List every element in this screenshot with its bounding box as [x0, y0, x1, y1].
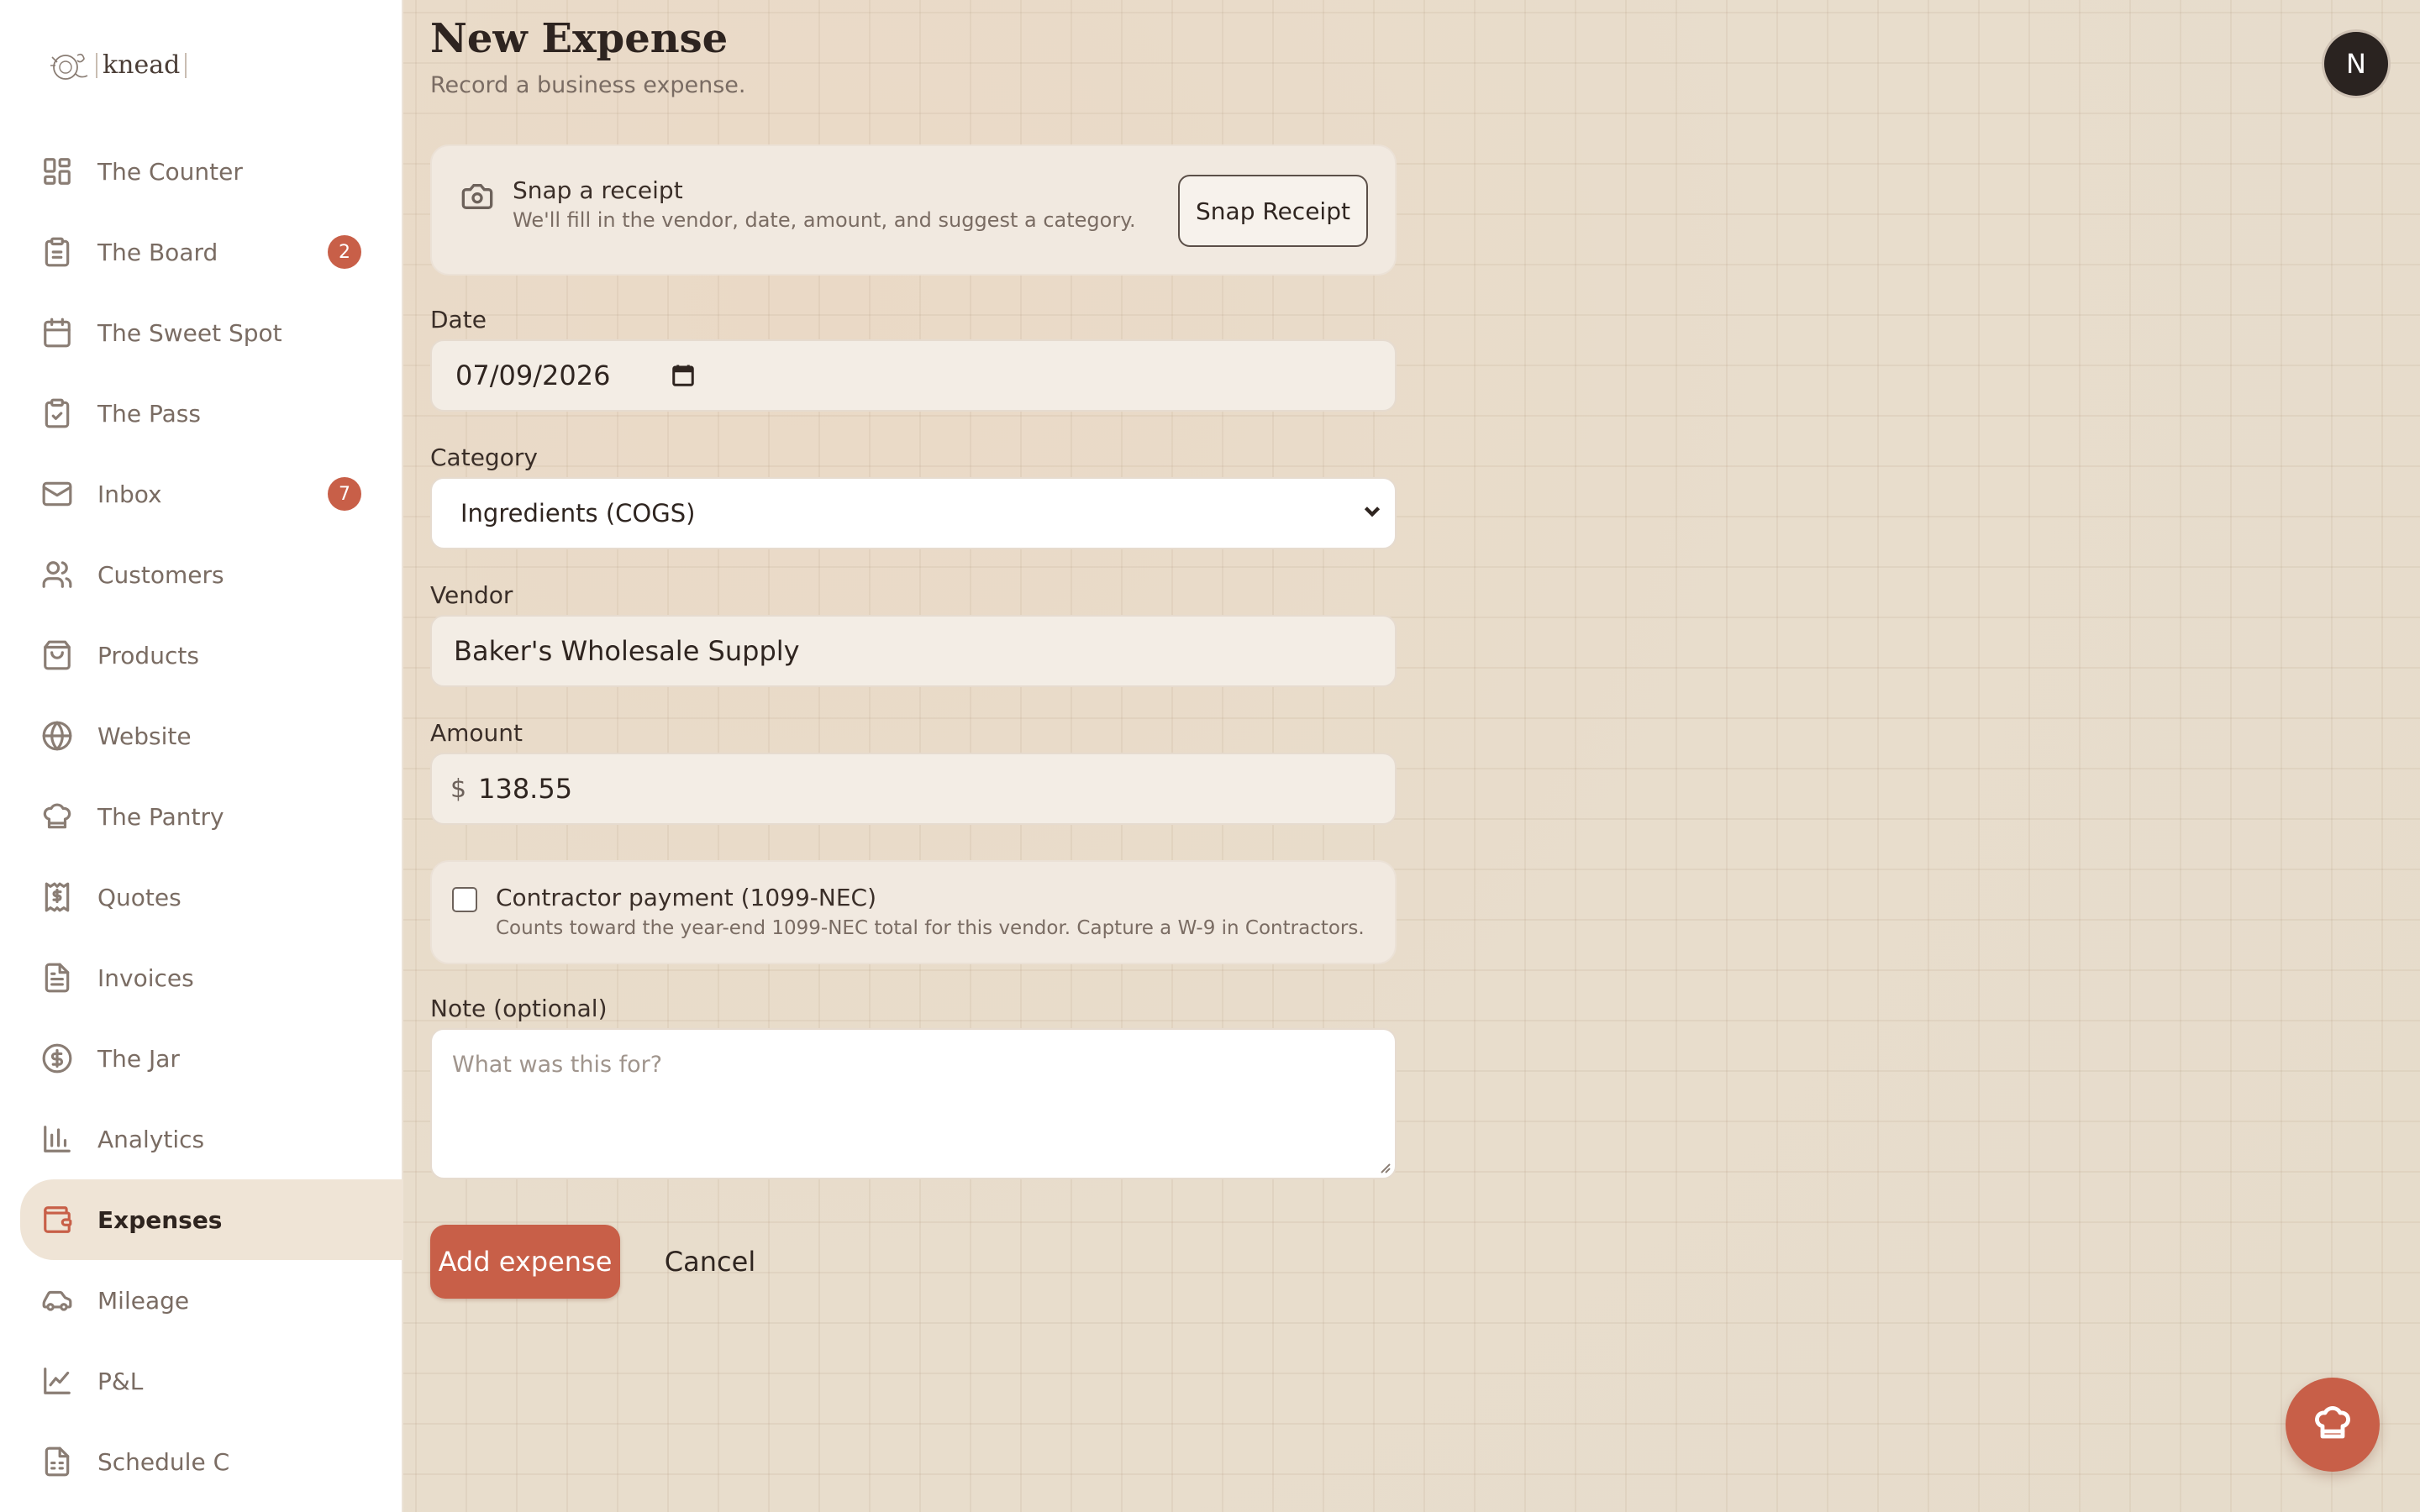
app-logo[interactable]: knead — [47, 45, 187, 86]
assistant-fab-button[interactable] — [2286, 1378, 2380, 1472]
sidebar-item-label: Products — [97, 641, 199, 669]
sidebar-item-label: Analytics — [97, 1125, 205, 1153]
file-text-icon — [40, 961, 74, 995]
contractor-payment-checkbox[interactable] — [452, 887, 477, 912]
sidebar-item-products[interactable]: Products — [20, 615, 402, 696]
shopping-bag-icon — [40, 638, 74, 672]
line-chart-icon — [40, 1364, 74, 1398]
logo-text: knead — [96, 53, 187, 78]
sidebar-item-label: Invoices — [97, 963, 194, 992]
sidebar-item-label: Inbox — [97, 480, 162, 508]
sidebar-nav: The Counter The Board 2 The Sweet Spot T… — [20, 131, 403, 1502]
category-selected-value: Ingredients (COGS) — [460, 499, 696, 528]
notification-badge: 2 — [328, 235, 361, 269]
date-label: Date — [430, 306, 487, 333]
contractor-payment-description: Counts toward the year-end 1099-NEC tota… — [496, 917, 1365, 939]
sidebar-item-label: The Pantry — [97, 802, 224, 831]
sidebar-item-p-and-l[interactable]: P&L — [20, 1341, 402, 1421]
sidebar-item-website[interactable]: Website — [20, 696, 402, 776]
category-select[interactable]: Ingredients (COGS) — [430, 477, 1397, 549]
note-label: Note (optional) — [430, 995, 608, 1022]
sidebar-item-quotes[interactable]: Quotes — [20, 857, 402, 937]
sidebar-item-the-board[interactable]: The Board 2 — [20, 212, 402, 292]
note-placeholder: What was this for? — [452, 1052, 663, 1078]
receipt-dollar-icon — [40, 880, 74, 914]
chef-hat-icon — [2312, 1403, 2353, 1446]
sidebar-item-label: Customers — [97, 560, 224, 589]
add-expense-button[interactable]: Add expense — [430, 1225, 620, 1299]
page-title: New Expense — [430, 15, 729, 62]
sidebar-item-the-sweet-spot[interactable]: The Sweet Spot — [20, 292, 402, 373]
contractor-payment-label: Contractor payment (1099-NEC) — [496, 884, 877, 911]
page-subtitle: Record a business expense. — [430, 72, 746, 98]
sidebar-item-label: The Board — [97, 238, 218, 266]
snap-receipt-button[interactable]: Snap Receipt — [1178, 175, 1368, 247]
file-spreadsheet-icon — [40, 1445, 74, 1478]
sidebar-item-the-jar[interactable]: The Jar — [20, 1018, 402, 1099]
bakery-logo-icon — [50, 53, 88, 80]
dashboard-grid-icon — [40, 155, 74, 188]
chevron-down-icon — [1361, 499, 1383, 528]
clipboard-check-icon — [40, 396, 74, 430]
dollar-circle-icon — [40, 1042, 74, 1075]
sidebar-item-customers[interactable]: Customers — [20, 534, 402, 615]
sidebar-item-analytics[interactable]: Analytics — [20, 1099, 402, 1179]
sidebar-item-mileage[interactable]: Mileage — [20, 1260, 402, 1341]
amount-input[interactable]: $ 138.55 — [430, 753, 1397, 825]
sidebar-item-label: The Pass — [97, 399, 201, 428]
category-label: Category — [430, 444, 538, 471]
currency-symbol: $ — [450, 774, 467, 804]
sidebar-item-the-pass[interactable]: The Pass — [20, 373, 402, 454]
sidebar-item-label: Schedule C — [97, 1447, 230, 1476]
sidebar-item-inbox[interactable]: Inbox 7 — [20, 454, 402, 534]
sidebar-item-label: Quotes — [97, 883, 182, 911]
contractor-payment-card: Contractor payment (1099-NEC) Counts tow… — [430, 860, 1397, 964]
sidebar-item-invoices[interactable]: Invoices — [20, 937, 402, 1018]
user-avatar[interactable]: N — [2324, 32, 2388, 96]
receipt-title: Snap a receipt — [513, 176, 683, 204]
sidebar-item-label: The Sweet Spot — [97, 318, 282, 347]
sidebar-item-label: The Counter — [97, 157, 243, 186]
clipboard-icon — [40, 235, 74, 269]
date-input[interactable]: 07/09/2026 — [430, 339, 1397, 412]
vendor-label: Vendor — [430, 581, 513, 609]
sidebar-item-label: Website — [97, 722, 192, 750]
bar-chart-icon — [40, 1122, 74, 1156]
vendor-value: Baker's Wholesale Supply — [454, 635, 800, 667]
calendar-picker-icon[interactable] — [671, 363, 696, 388]
sidebar-item-label: Expenses — [97, 1205, 223, 1234]
amount-label: Amount — [430, 719, 523, 747]
amount-value: 138.55 — [478, 773, 573, 805]
main-content: New Expense Record a business expense. N… — [403, 0, 2420, 1512]
users-icon — [40, 558, 74, 591]
sidebar-item-the-pantry[interactable]: The Pantry — [20, 776, 402, 857]
calendar-icon — [40, 316, 74, 349]
chef-hat-icon — [40, 800, 74, 833]
note-textarea[interactable]: What was this for? — [430, 1028, 1397, 1179]
camera-icon — [460, 180, 494, 217]
sidebar-item-the-counter[interactable]: The Counter — [20, 131, 402, 212]
sidebar-item-label: Mileage — [97, 1286, 190, 1315]
car-icon — [40, 1284, 74, 1317]
sidebar-item-expenses[interactable]: Expenses — [20, 1179, 403, 1260]
cancel-button[interactable]: Cancel — [647, 1225, 773, 1299]
sidebar: knead The Counter The Board 2 The Sweet … — [0, 0, 403, 1512]
mail-icon — [40, 477, 74, 511]
sidebar-item-label: P&L — [97, 1367, 144, 1395]
notification-badge: 7 — [328, 477, 361, 511]
sidebar-item-label: The Jar — [97, 1044, 180, 1073]
date-value: 07/09/2026 — [455, 360, 611, 391]
receipt-description: We'll fill in the vendor, date, amount, … — [513, 208, 1136, 232]
vendor-input[interactable]: Baker's Wholesale Supply — [430, 615, 1397, 687]
wallet-icon — [40, 1203, 74, 1236]
sidebar-item-schedule-c[interactable]: Schedule C — [20, 1421, 402, 1502]
globe-icon — [40, 719, 74, 753]
snap-receipt-card: Snap a receipt We'll fill in the vendor,… — [430, 144, 1397, 276]
